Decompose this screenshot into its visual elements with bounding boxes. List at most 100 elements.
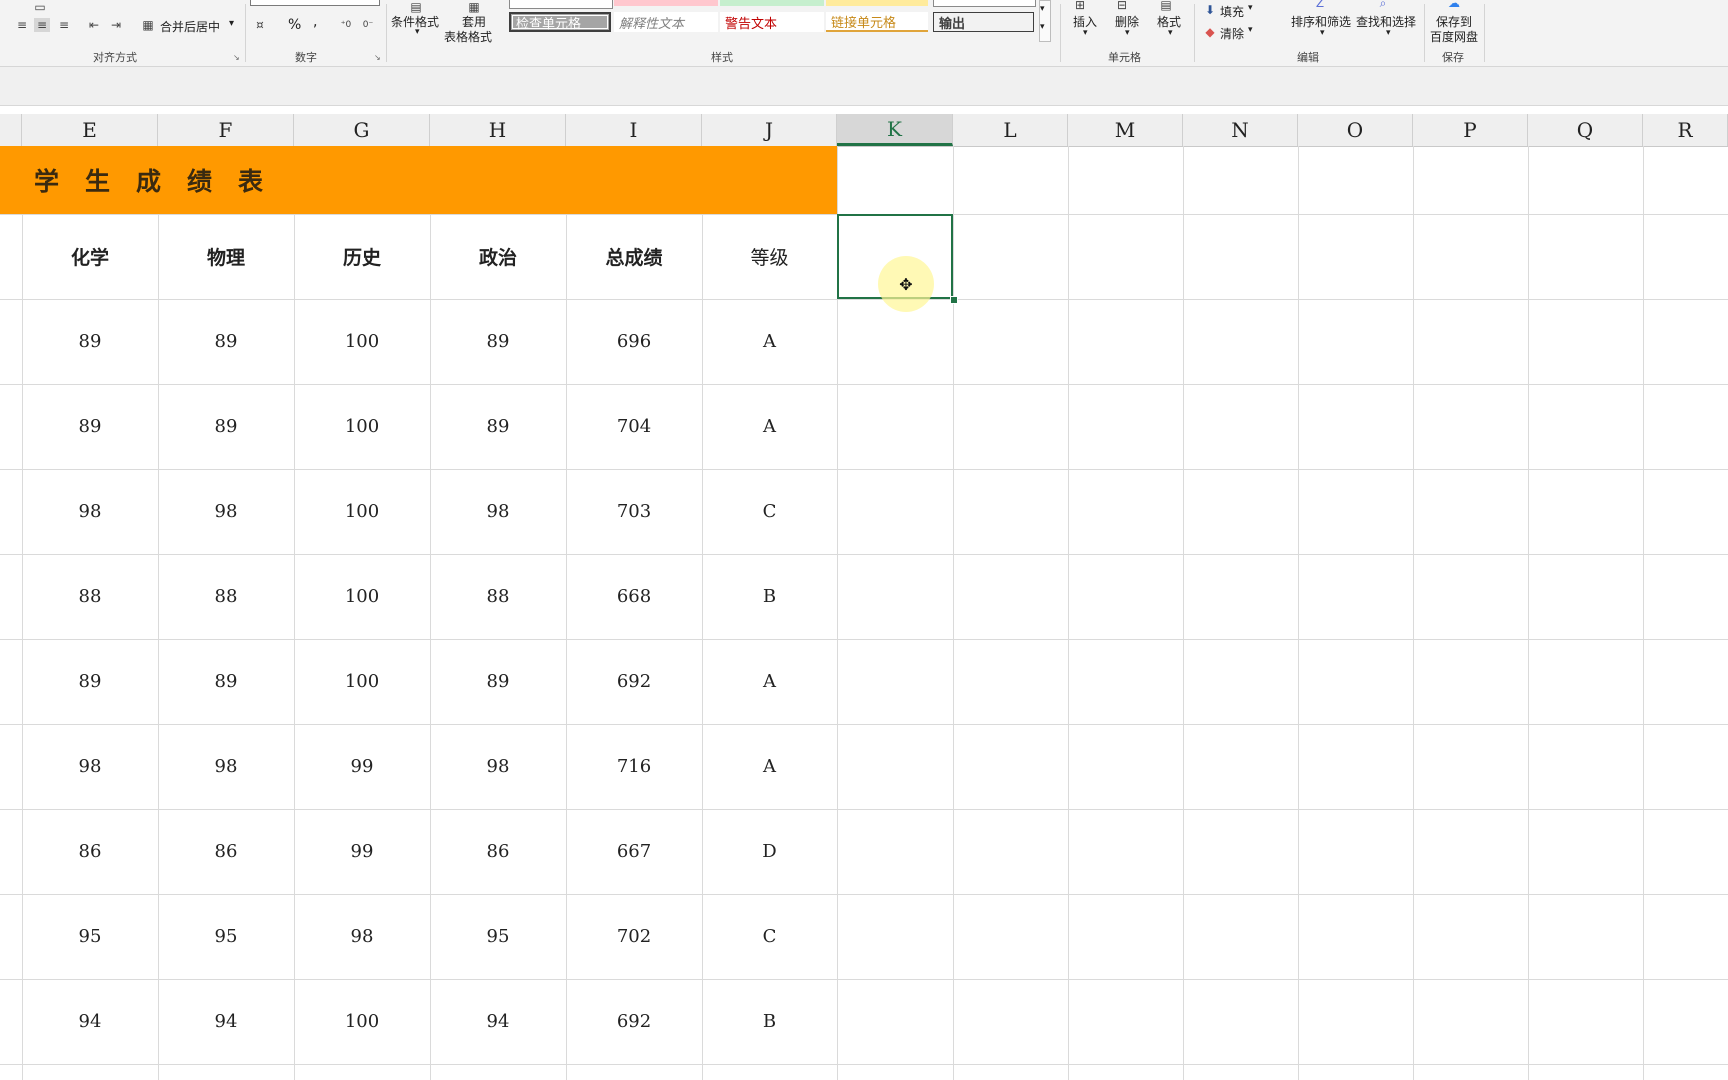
align-right-icon[interactable]: ≡ [56,18,72,32]
spreadsheet-grid[interactable]: 学生成绩表 化学 物理 历史 政治 总成绩 等级 89 89 100 89 696 A 89… [0,146,1728,1080]
eraser-icon[interactable]: ◆ [1202,25,1218,39]
score-cell[interactable]: 89 [430,299,566,384]
percent-button[interactable]: % [288,17,301,33]
cell-style-warning[interactable]: 警告文本 [720,12,824,32]
score-cell[interactable]: 89 [430,639,566,724]
score-cell[interactable]: 95 [430,894,566,979]
find-icon[interactable]: ⌕ [1375,0,1391,10]
column-header-f[interactable]: F [158,114,294,146]
cell-style-row-above[interactable] [826,0,928,6]
score-cell[interactable]: 88 [158,554,294,639]
score-cell[interactable]: 94 [430,979,566,1064]
chevron-down-icon[interactable]: ▾ [229,18,234,29]
clear-button[interactable]: 清除 [1220,25,1244,42]
column-header-p[interactable]: P [1413,114,1528,146]
fill-icon[interactable]: ⬇ [1202,3,1218,17]
column-header-k[interactable]: K [837,114,953,146]
score-cell[interactable]: 86 [430,809,566,894]
cell-style-output[interactable]: 输出 [933,12,1034,32]
grade-cell[interactable]: D [702,809,837,894]
cell-style-row-above[interactable] [720,0,824,6]
fill-handle[interactable] [950,296,958,304]
score-cell[interactable]: 692 [566,639,702,724]
header-cell[interactable]: 政治 [430,214,566,299]
grade-cell[interactable]: B [702,979,837,1064]
score-cell[interactable]: 703 [566,469,702,554]
score-cell[interactable]: 95 [22,894,158,979]
save-to-cloud-button-line2[interactable]: 百度网盘 [1430,28,1478,45]
score-cell[interactable]: 98 [158,724,294,809]
table-format-button-line2[interactable]: 表格格式 [444,28,492,45]
grade-cell[interactable]: C [702,469,837,554]
sheet-title-cell[interactable]: 学生成绩表 [0,146,837,214]
score-cell[interactable]: 704 [566,384,702,469]
score-cell[interactable]: 99 [294,809,430,894]
header-cell[interactable]: 总成绩 [566,214,702,299]
increase-indent-icon[interactable]: ⇥ [108,18,124,32]
decrease-decimal-icon[interactable]: 0⁻ [360,18,376,32]
score-cell[interactable]: 98 [158,469,294,554]
cell-style-row-above[interactable] [509,0,613,9]
score-cell[interactable]: 98 [430,724,566,809]
score-cell[interactable]: 89 [22,299,158,384]
score-cell[interactable]: 716 [566,724,702,809]
column-header-n[interactable]: N [1183,114,1298,146]
score-cell[interactable]: 100 [294,469,430,554]
column-header-r[interactable]: R [1643,114,1728,146]
align-center-icon[interactable]: ≡ [34,18,50,32]
column-header-i[interactable]: I [566,114,702,146]
score-cell[interactable]: 692 [566,979,702,1064]
format-icon[interactable]: ▤ [1158,0,1174,12]
cell-style-explanatory[interactable]: 解释性文本 [614,12,718,32]
score-cell[interactable]: 100 [294,384,430,469]
score-cell[interactable]: 95 [158,894,294,979]
score-cell[interactable]: 100 [294,639,430,724]
grade-cell[interactable]: A [702,724,837,809]
score-cell[interactable]: 100 [294,299,430,384]
score-cell[interactable]: 667 [566,809,702,894]
decrease-indent-icon[interactable]: ⇤ [86,18,102,32]
column-header-j[interactable]: J [702,114,837,146]
merge-center-icon[interactable]: ▦ [140,18,156,32]
score-cell[interactable]: 98 [22,469,158,554]
score-cell[interactable]: 89 [22,639,158,724]
column-header-e[interactable]: E [22,114,158,146]
header-cell[interactable]: 物理 [158,214,294,299]
table-format-icon[interactable]: ▦ [466,0,482,14]
score-cell[interactable]: 86 [158,809,294,894]
fill-button[interactable]: 填充 [1220,3,1244,20]
column-header-q[interactable]: Q [1528,114,1643,146]
score-cell[interactable]: 98 [430,469,566,554]
score-cell[interactable]: 89 [22,384,158,469]
score-cell[interactable]: 89 [158,384,294,469]
grade-cell[interactable]: A [702,299,837,384]
conditional-format-icon[interactable]: ▤ [408,0,424,14]
column-header-o[interactable]: O [1298,114,1413,146]
cell-style-linked[interactable]: 链接单元格 [826,12,928,32]
score-cell[interactable]: 98 [294,894,430,979]
cloud-icon[interactable]: ☁ [1446,0,1462,10]
increase-decimal-icon[interactable]: ⁺0 [338,18,354,32]
score-cell[interactable]: 98 [22,724,158,809]
grade-cell[interactable]: A [702,384,837,469]
score-cell[interactable]: 88 [430,554,566,639]
align-top-icon[interactable]: ▭ [32,0,48,14]
dialog-launcher-icon[interactable]: ↘ [374,53,381,62]
column-header-partial[interactable] [0,114,22,146]
dialog-launcher-icon[interactable]: ↘ [233,53,240,62]
score-cell[interactable]: 94 [22,979,158,1064]
header-cell[interactable]: 等级 [702,214,837,299]
currency-icon[interactable]: ¤ [252,18,268,32]
score-cell[interactable]: 89 [430,384,566,469]
insert-icon[interactable]: ⊞ [1072,0,1088,12]
sort-filter-icon[interactable]: Z [1312,0,1328,10]
cell-style-row-above[interactable] [933,0,1036,7]
number-format-dropdown[interactable] [250,0,380,6]
header-cell[interactable]: 历史 [294,214,430,299]
grade-cell[interactable]: B [702,554,837,639]
column-header-h[interactable]: H [430,114,566,146]
cell-style-check-cell[interactable]: 检查单元格 [509,12,611,32]
column-header-g[interactable]: G [294,114,430,146]
score-cell[interactable]: 100 [294,554,430,639]
delete-icon[interactable]: ⊟ [1114,0,1130,12]
